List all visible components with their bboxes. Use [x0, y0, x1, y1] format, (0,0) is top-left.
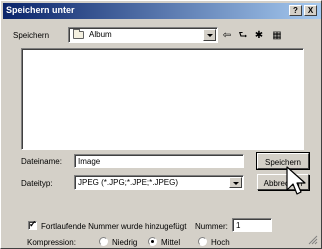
sequential-number-label: Fortlaufende Nummer wurde hinzugefügt — [41, 222, 187, 231]
filename-input[interactable] — [74, 154, 244, 168]
save-in-dropdown[interactable]: Album — [68, 27, 218, 43]
help-button[interactable]: ? — [289, 5, 302, 16]
sequential-number-checkbox[interactable] — [28, 219, 37, 230]
compression-medium-label: Mittel — [161, 238, 181, 247]
compression-low-radio[interactable] — [99, 237, 108, 246]
title-bar[interactable]: Speichern unter ? X — [3, 3, 321, 19]
mouse-cursor-icon — [286, 166, 306, 195]
save-in-folder: Album — [89, 30, 112, 39]
number-label: Nummer: — [195, 222, 228, 231]
save-in-label: Speichern — [13, 31, 50, 40]
close-button[interactable]: X — [304, 5, 317, 16]
dialog-title: Speichern unter — [6, 5, 75, 15]
compression-medium-radio[interactable] — [148, 237, 157, 246]
back-icon[interactable]: ⇦ — [220, 29, 234, 42]
filetype-value: JPEG (*.JPG;*.JPE;*.JPEG) — [78, 178, 179, 187]
compression-high-label: Hoch — [211, 238, 230, 247]
filename-label: Dateiname: — [21, 157, 62, 166]
compression-high-radio[interactable] — [198, 237, 207, 246]
filetype-label: Dateityp: — [21, 179, 53, 188]
chevron-down-icon[interactable] — [229, 177, 242, 188]
folder-icon — [73, 29, 84, 39]
save-as-dialog: Speichern unter ? X Speichern Album ⇦ ⮑ … — [0, 0, 322, 249]
file-list[interactable] — [21, 48, 304, 150]
filetype-dropdown[interactable]: JPEG (*.JPG;*.JPE;*.JPEG) — [74, 175, 244, 190]
chevron-down-icon[interactable] — [203, 29, 216, 41]
view-menu-icon[interactable]: ▦ — [268, 29, 286, 42]
up-folder-icon[interactable]: ⮑ — [236, 29, 250, 42]
number-input[interactable] — [232, 218, 272, 232]
new-folder-icon[interactable]: ✱ — [252, 29, 266, 42]
resize-grip-icon[interactable] — [308, 235, 318, 245]
compression-label: Kompression: — [27, 238, 76, 247]
compression-low-label: Niedrig — [112, 238, 138, 247]
